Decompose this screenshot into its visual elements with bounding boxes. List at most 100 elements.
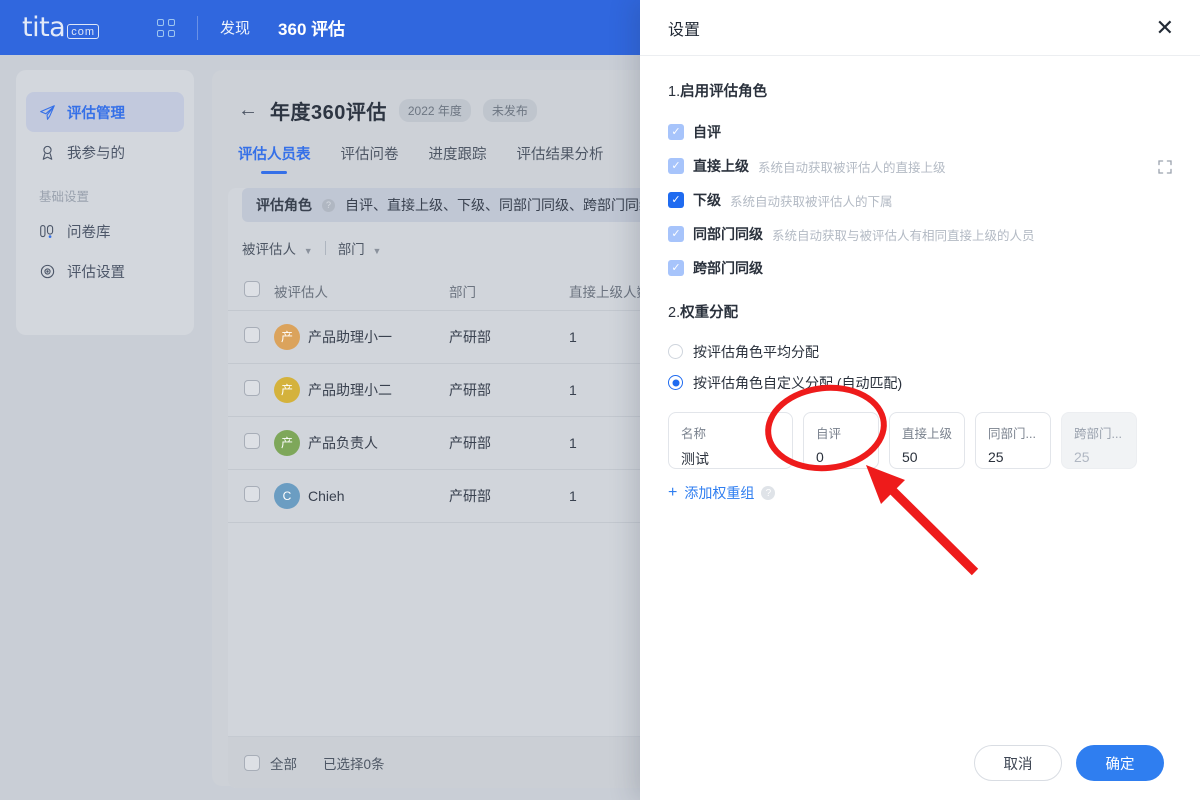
weight-field-label: 自评 <box>816 427 842 441</box>
weight-field-same-department[interactable]: 同部门... 25 <box>975 412 1051 469</box>
topbar-divider <box>197 15 199 40</box>
filter-assessee[interactable]: 被评估人 ▼ <box>242 238 313 258</box>
assessee-name: 产品负责人 <box>308 434 378 451</box>
weight-field-value[interactable]: 50 <box>902 449 952 465</box>
weight-field-value[interactable]: 测试 <box>681 449 780 469</box>
help-circle-icon[interactable]: ? <box>322 198 335 212</box>
fullscreen-expand-icon[interactable] <box>1158 160 1172 174</box>
add-weight-group-row[interactable]: + 添加权重组 ? <box>668 483 1172 503</box>
role-label: 同部门同级 <box>693 226 763 242</box>
filter-department-label: 部门 <box>337 242 365 257</box>
chevron-down-icon: ▼ <box>372 246 382 256</box>
checkbox-icon[interactable]: ✓ <box>668 124 684 140</box>
role-option-direct-manager[interactable]: ✓ 直接上级 系统自动获取被评估人的直接上级 <box>668 149 1172 183</box>
checkbox-icon[interactable]: ✓ <box>668 192 684 208</box>
role-label: 自评 <box>693 124 721 140</box>
role-hint: 系统自动获取与被评估人有相同直接上级的人员 <box>772 228 1035 243</box>
tab-result-analysis[interactable]: 评估结果分析 <box>517 143 604 174</box>
role-label: 下级 <box>693 192 721 208</box>
role-label: 跨部门同级 <box>693 260 763 276</box>
sidebar-item-label: 问卷库 <box>67 224 111 241</box>
selection-count-text: 已选择0条 <box>323 756 385 772</box>
column-header-assessee: 被评估人 <box>274 284 328 300</box>
page-title: 年度360评估 <box>270 102 387 124</box>
status-badge-publish: 未发布 <box>482 99 537 122</box>
checkbox-row[interactable] <box>244 380 260 396</box>
sidebar-item-my-participation[interactable]: 我参与的 <box>26 132 184 172</box>
role-option-subordinate[interactable]: ✓ 下级 系统自动获取被评估人的下属 <box>668 183 1172 217</box>
weight-option-custom[interactable]: 按评估角色自定义分配 (自动匹配) <box>668 367 1172 398</box>
checkbox-icon[interactable]: ✓ <box>668 226 684 242</box>
sidebar-item-assessment-settings[interactable]: 评估设置 <box>26 251 184 291</box>
logo-com-badge: com <box>67 24 100 39</box>
role-option-self[interactable]: ✓ 自评 <box>668 115 1172 149</box>
tab-assessment-questionnaire[interactable]: 评估问卷 <box>341 143 399 174</box>
sidebar-item-question-bank[interactable]: 问卷库 <box>26 211 184 251</box>
role-option-same-department-peer[interactable]: ✓ 同部门同级 系统自动获取与被评估人有相同直接上级的人员 <box>668 217 1172 251</box>
sidebar-group-label: 基础设置 <box>39 190 90 204</box>
assessee-name: 产品助理小一 <box>308 328 392 345</box>
weight-field-self[interactable]: 自评 0 <box>803 412 879 469</box>
status-badge-year: 2022 年度 <box>398 99 471 122</box>
weight-option-average[interactable]: 按评估角色平均分配 <box>668 336 1172 367</box>
weight-field-value: 25 <box>1074 449 1090 465</box>
weight-field-name[interactable]: 名称 测试 <box>668 412 793 469</box>
checkbox-select-all[interactable] <box>244 754 260 771</box>
avatar: 产 <box>274 376 300 403</box>
cell-assessee-name: C Chieh <box>274 469 449 522</box>
checkbox-select-all-header[interactable] <box>244 281 260 298</box>
nav-item-discover[interactable]: 发现 <box>220 17 250 38</box>
tab-progress-tracking[interactable]: 进度跟踪 <box>429 143 487 174</box>
radio-icon[interactable] <box>668 344 683 359</box>
weight-field-label: 名称 <box>681 427 707 441</box>
confirm-button[interactable]: 确定 <box>1076 745 1164 781</box>
checkbox-icon[interactable]: ✓ <box>668 158 684 174</box>
row-checkbox-cell[interactable] <box>228 416 274 469</box>
close-icon[interactable]: ✕ <box>1156 16 1174 39</box>
target-settings-icon <box>39 263 56 280</box>
select-all-control[interactable]: 全部 <box>244 753 297 773</box>
row-checkbox-cell[interactable] <box>228 469 274 522</box>
weight-field-direct-manager[interactable]: 直接上级 50 <box>889 412 965 469</box>
filter-department[interactable]: 部门 ▼ <box>338 238 382 258</box>
avatar: 产 <box>274 429 300 456</box>
sidebar-item-label: 评估设置 <box>67 264 125 281</box>
weight-field-value[interactable]: 0 <box>816 449 866 465</box>
cell-department: 产研部 <box>449 434 491 451</box>
row-checkbox-cell[interactable] <box>228 310 274 363</box>
checkbox-icon[interactable]: ✓ <box>668 260 684 276</box>
chevron-down-icon: ▼ <box>303 246 313 256</box>
weight-field-value[interactable]: 25 <box>988 449 1038 465</box>
checkbox-row[interactable] <box>244 327 260 343</box>
arrow-left-icon[interactable]: ← <box>238 99 258 122</box>
section-heading: 启用评估角色 <box>680 84 768 100</box>
tita-logo[interactable]: tita com <box>22 14 100 41</box>
add-weight-group-label[interactable]: 添加权重组 <box>684 483 754 503</box>
role-option-cross-department-peer[interactable]: ✓ 跨部门同级 <box>668 251 1172 285</box>
role-hint: 系统自动获取被评估人的下属 <box>730 194 893 209</box>
medal-icon <box>39 144 56 161</box>
role-hint: 系统自动获取被评估人的直接上级 <box>758 160 946 175</box>
help-circle-icon[interactable]: ? <box>761 486 776 500</box>
assessment-role-value: 自评、直接上级、下级、同部门同级、跨部门同级 <box>345 197 653 213</box>
checkbox-row[interactable] <box>244 486 260 502</box>
section-title-weight-allocation: 2.权重分配 <box>668 301 1172 322</box>
row-checkbox-cell[interactable] <box>228 363 274 416</box>
cell-department: 产研部 <box>449 381 491 398</box>
question-bank-icon <box>39 223 56 240</box>
cancel-button[interactable]: 取消 <box>974 745 1062 781</box>
select-all-header[interactable] <box>228 272 274 310</box>
radio-icon[interactable] <box>668 375 683 390</box>
avatar: C <box>274 482 300 509</box>
send-plane-icon <box>39 104 56 121</box>
dialog-title: 设置 <box>668 21 701 39</box>
apps-grid-icon[interactable] <box>157 18 176 37</box>
weight-field-label: 同部门... <box>988 427 1036 441</box>
sidebar-item-assessment-management[interactable]: 评估管理 <box>26 92 184 132</box>
plus-icon: + <box>668 484 678 501</box>
section-heading: 权重分配 <box>680 305 739 321</box>
nav-item-360-assessment[interactable]: 360 评估 <box>278 15 345 40</box>
checkbox-row[interactable] <box>244 433 260 449</box>
weight-field-cross-department: 跨部门... 25 <box>1061 412 1137 469</box>
tab-assessment-people[interactable]: 评估人员表 <box>238 143 311 174</box>
